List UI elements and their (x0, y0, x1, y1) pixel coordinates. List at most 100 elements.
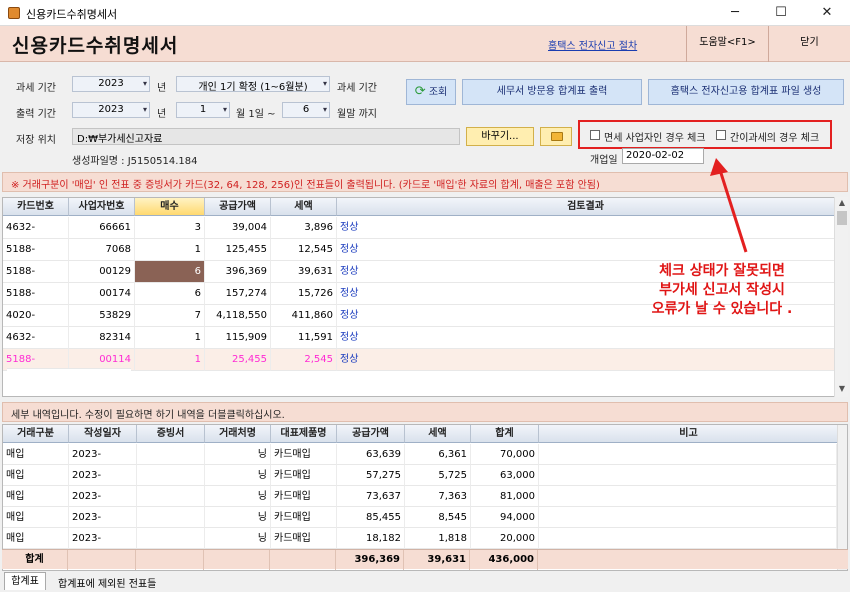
detail-cell-vendor[interactable]: 닝 (205, 486, 271, 507)
detail-cell-proof[interactable] (137, 507, 205, 528)
detail-cell-total[interactable]: 63,000 (471, 465, 539, 486)
detail-cell-tax[interactable]: 5,725 (405, 465, 471, 486)
col-header-supply[interactable]: 공급가액 (205, 198, 271, 216)
detail-cell-date[interactable]: 2023- (69, 507, 137, 528)
summary-cell-tax[interactable]: 3,896 (271, 217, 337, 239)
summary-cell-supply[interactable]: 125,455 (205, 239, 271, 261)
detail-cell-note[interactable] (539, 486, 837, 507)
col-header-type[interactable]: 거래구분 (3, 425, 69, 443)
summary-cell-tax[interactable]: 11,591 (271, 327, 337, 349)
detail-cell-vendor[interactable]: 닝 (205, 528, 271, 549)
detail-cell-total[interactable]: 70,000 (471, 444, 539, 465)
close-window-icon[interactable]: ✕ (804, 0, 850, 26)
detail-cell-type[interactable]: 매입 (3, 465, 69, 486)
col-header-supply-2[interactable]: 공급가액 (337, 425, 405, 443)
summary-cell-biz[interactable]: 53829 (69, 305, 135, 327)
simplified-checkbox[interactable] (716, 130, 726, 140)
detail-cell-note[interactable] (539, 528, 837, 549)
tax-year-select[interactable]: 2023 ▾ (72, 76, 150, 92)
scroll-thumb[interactable] (837, 211, 847, 225)
detail-cell-type[interactable]: 매입 (3, 528, 69, 549)
detail-cell-product[interactable]: 카드매입 (271, 528, 337, 549)
col-header-vendor[interactable]: 거래처명 (205, 425, 271, 443)
summary-cell-card[interactable]: 4632- (3, 327, 69, 349)
detail-cell-vendor[interactable]: 닝 (205, 507, 271, 528)
detail-cell-product[interactable]: 카드매입 (271, 507, 337, 528)
browse-button[interactable]: 바꾸기... (466, 127, 534, 146)
summary-cell-supply[interactable]: 39,004 (205, 217, 271, 239)
summary-cell-tax[interactable]: 12,545 (271, 239, 337, 261)
summary-cell-biz[interactable]: 82314 (69, 327, 135, 349)
summary-cell-result[interactable]: 정상 (337, 349, 835, 371)
detail-cell-tax[interactable]: 7,363 (405, 486, 471, 507)
detail-cell-supply[interactable]: 18,182 (337, 528, 405, 549)
detail-cell-vendor[interactable]: 닝 (205, 444, 271, 465)
summary-cell-tax[interactable]: 39,631 (271, 261, 337, 283)
hometax-file-button[interactable]: 홈택스 전자신고용 합계표 파일 생성 (648, 79, 844, 105)
col-header-date[interactable]: 작성일자 (69, 425, 137, 443)
tab-excluded[interactable]: 합계표에 제외된 전표들 (58, 575, 156, 590)
query-button[interactable]: ⟳ 조회 (406, 79, 456, 105)
detail-cell-supply[interactable]: 57,275 (337, 465, 405, 486)
detail-cell-note[interactable] (539, 465, 837, 486)
detail-cell-note[interactable] (539, 507, 837, 528)
summary-cell-count[interactable]: 1 (135, 239, 205, 261)
detail-cell-type[interactable]: 매입 (3, 486, 69, 507)
summary-cell-card[interactable]: 4020- (3, 305, 69, 327)
detail-cell-product[interactable]: 카드매입 (271, 465, 337, 486)
detail-cell-date[interactable]: 2023- (69, 465, 137, 486)
summary-cell-card[interactable]: 4632- (3, 217, 69, 239)
col-header-note[interactable]: 비고 (539, 425, 839, 443)
summary-cell-tax[interactable]: 15,726 (271, 283, 337, 305)
summary-cell-tax[interactable]: 411,860 (271, 305, 337, 327)
summary-cell-count[interactable]: 1 (135, 327, 205, 349)
summary-cell-supply[interactable]: 157,274 (205, 283, 271, 305)
summary-cell-supply[interactable]: 396,369 (205, 261, 271, 283)
col-header-product[interactable]: 대표제품명 (271, 425, 337, 443)
summary-cell-result[interactable]: 정상 (337, 217, 835, 239)
summary-cell-result[interactable]: 정상 (337, 327, 835, 349)
help-button[interactable]: 도움말<F1> (686, 26, 768, 62)
summary-cell-card[interactable]: 5188- (3, 239, 69, 261)
detail-cell-supply[interactable]: 85,455 (337, 507, 405, 528)
summary-cell-card[interactable]: 5188- (3, 283, 69, 305)
detail-cell-total[interactable]: 20,000 (471, 528, 539, 549)
detail-cell-type[interactable]: 매입 (3, 507, 69, 528)
hometax-guide-link[interactable]: 홈택스 전자신고 절차 (548, 37, 637, 52)
detail-cell-proof[interactable] (137, 528, 205, 549)
summary-cell-count[interactable]: 6 (135, 261, 205, 283)
tax-period-select[interactable]: 개인 1기 확정 (1~6월분) ▾ (176, 76, 330, 93)
summary-cell-tax[interactable]: 2,545 (271, 349, 337, 371)
summary-cell-card[interactable]: 5188- (3, 261, 69, 283)
col-header-total[interactable]: 합계 (471, 425, 539, 443)
save-path-field[interactable]: D:₩부가세신고자료 (72, 128, 460, 145)
detail-cell-total[interactable]: 94,000 (471, 507, 539, 528)
detail-cell-tax[interactable]: 6,361 (405, 444, 471, 465)
detail-cell-proof[interactable] (137, 444, 205, 465)
col-header-card[interactable]: 카드번호 (3, 198, 69, 216)
summary-cell-count[interactable]: 1 (135, 349, 205, 371)
detail-cell-tax[interactable]: 8,545 (405, 507, 471, 528)
col-header-result[interactable]: 검토결과 (337, 198, 835, 216)
detail-cell-note[interactable] (539, 444, 837, 465)
summary-cell-count[interactable]: 3 (135, 217, 205, 239)
detail-cell-tax[interactable]: 1,818 (405, 528, 471, 549)
detail-cell-product[interactable]: 카드매입 (271, 486, 337, 507)
close-button[interactable]: 닫기 (768, 26, 850, 62)
summary-cell-biz[interactable]: 00129 (69, 261, 135, 283)
col-header-tax[interactable]: 세액 (271, 198, 337, 216)
scroll-up-icon[interactable]: ▲ (835, 198, 849, 207)
summary-cell-result[interactable]: 정상 (337, 239, 835, 261)
col-header-count[interactable]: 매수 (135, 198, 205, 216)
open-date-field[interactable]: 2020-02-02 (622, 148, 704, 164)
month-from-select[interactable]: 1 ▾ (176, 102, 230, 118)
detail-cell-type[interactable]: 매입 (3, 444, 69, 465)
summary-cell-biz[interactable]: 7068 (69, 239, 135, 261)
summary-cell-supply[interactable]: 115,909 (205, 327, 271, 349)
detail-cell-date[interactable]: 2023- (69, 486, 137, 507)
summary-scrollbar[interactable]: ▲ ▼ (834, 197, 848, 397)
detail-cell-product[interactable]: 카드매입 (271, 444, 337, 465)
tab-summary[interactable]: 합계표 (4, 572, 46, 590)
col-header-tax-2[interactable]: 세액 (405, 425, 471, 443)
minimize-icon[interactable]: ─ (712, 0, 758, 26)
